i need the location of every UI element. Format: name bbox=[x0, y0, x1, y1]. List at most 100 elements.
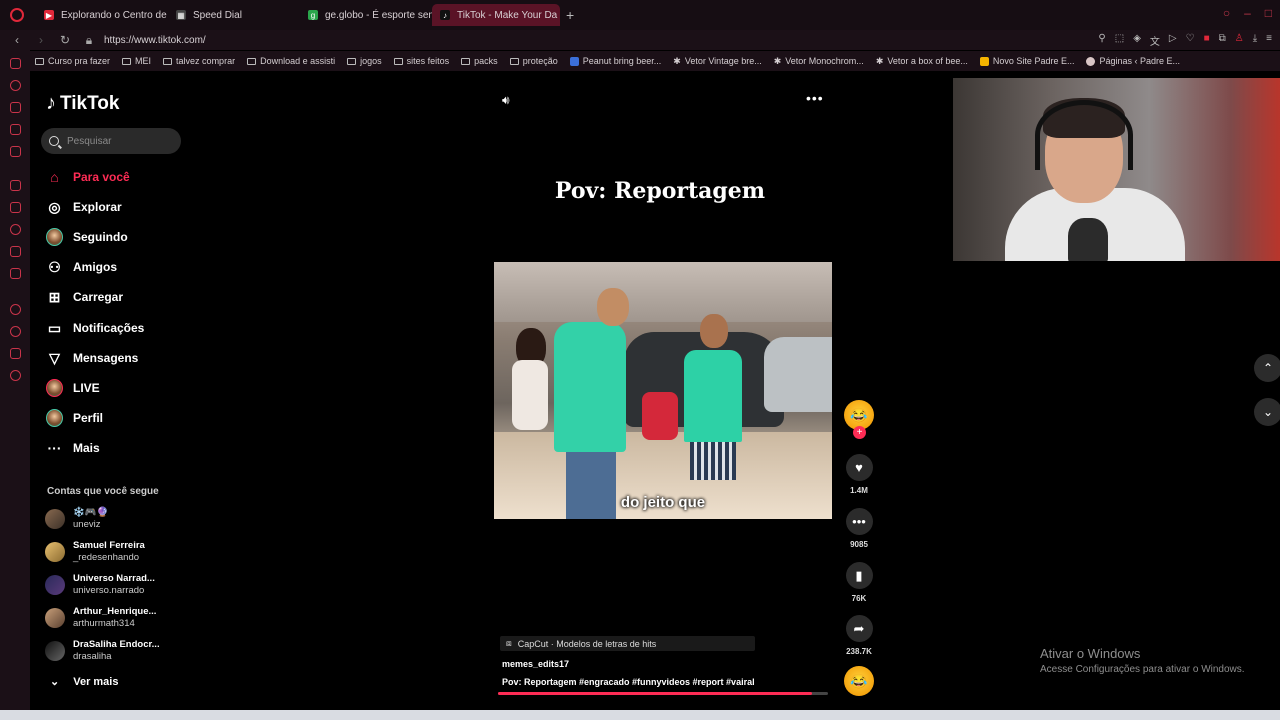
sidebar-item-carregar[interactable]: ⊞ Carregar bbox=[46, 287, 123, 307]
comment-icon[interactable]: ••• bbox=[845, 508, 873, 535]
sidebar-item-live[interactable]: LIVE bbox=[46, 378, 100, 398]
reload-icon[interactable]: ↻ bbox=[58, 33, 72, 47]
avatar bbox=[45, 641, 65, 661]
tab-tiktok[interactable]: ♪ TikTok - Make Your Da bbox=[432, 4, 560, 26]
bookmark-folder[interactable]: jogos bbox=[347, 56, 382, 66]
extensions-icon[interactable]: ⧉ bbox=[1219, 33, 1226, 48]
bookmark-folder[interactable]: talvez comprar bbox=[163, 56, 235, 66]
previous-video-button[interactable]: ⌃ bbox=[1254, 354, 1280, 382]
bookmark-folder[interactable]: Curso pra fazer bbox=[35, 56, 110, 66]
sidebar-item-perfil[interactable]: Perfil bbox=[46, 408, 103, 428]
pinboard-icon[interactable] bbox=[10, 124, 21, 135]
extension-icon[interactable]: ■ bbox=[1204, 33, 1210, 48]
new-tab-icon[interactable]: + bbox=[566, 7, 574, 23]
music-disc[interactable]: 😂 bbox=[843, 666, 875, 696]
extensions-side-icon[interactable] bbox=[10, 348, 21, 359]
download-icon[interactable]: ⤓ bbox=[1253, 33, 1257, 48]
followed-account[interactable]: DraSaliha Endocr... drasaliha bbox=[45, 639, 160, 663]
sidebar-item-label: Seguindo bbox=[73, 230, 128, 244]
tiktok-logo[interactable]: ♪ TikTok bbox=[46, 92, 119, 115]
bookmark-label: Páginas ‹ Padre E... bbox=[1099, 56, 1181, 66]
video-player[interactable]: do jeito que bbox=[494, 262, 832, 519]
opera-logo-icon[interactable] bbox=[10, 8, 24, 22]
bookmark-label: jogos bbox=[360, 56, 382, 66]
heart-icon[interactable]: ♡ bbox=[1186, 33, 1195, 48]
tab-speed-dial[interactable]: ▦ Speed Dial bbox=[168, 4, 300, 26]
snapshot-icon[interactable]: ⬚ bbox=[1115, 33, 1124, 48]
bookmark-label: packs bbox=[474, 56, 498, 66]
bookmark-folder[interactable]: proteção bbox=[509, 56, 558, 66]
folder-icon bbox=[393, 57, 403, 65]
tab-ge-globo[interactable]: g ge.globo - É esporte sem bbox=[300, 4, 432, 26]
followed-account[interactable]: ❄️🎮🔮 uneviz bbox=[45, 507, 109, 531]
bookmark-link[interactable]: Páginas ‹ Padre E... bbox=[1086, 56, 1180, 66]
like-action[interactable]: ♥ 1.4M bbox=[843, 454, 875, 495]
messenger-icon[interactable] bbox=[10, 58, 21, 69]
bookmark-link[interactable]: ✱ Vetor Monochrom... bbox=[774, 56, 864, 67]
forward-icon[interactable]: › bbox=[34, 33, 48, 47]
folder-icon bbox=[35, 57, 44, 65]
clock-icon[interactable] bbox=[10, 326, 21, 337]
back-icon[interactable]: ‹ bbox=[10, 33, 24, 47]
next-video-button[interactable]: ⌄ bbox=[1254, 398, 1280, 426]
tab-explorando[interactable]: ▶ Explorando o Centro de S bbox=[36, 4, 168, 26]
heart-icon[interactable]: ♥ bbox=[845, 454, 873, 481]
see-more-button[interactable]: ⌄ Ver mais bbox=[50, 675, 118, 689]
wallet-icon[interactable]: ♙ bbox=[1235, 33, 1244, 48]
bell-icon: ▭ bbox=[47, 319, 62, 336]
play-icon[interactable]: ▷ bbox=[1169, 33, 1177, 48]
whatsapp-icon[interactable] bbox=[10, 224, 21, 235]
pin-icon[interactable]: ⚲ bbox=[1098, 33, 1105, 48]
sidebar-item-mais[interactable]: ··· Mais bbox=[46, 438, 100, 458]
sidebar-item-mensagens[interactable]: ▽ Mensagens bbox=[46, 348, 138, 368]
search-input[interactable]: Pesquisar bbox=[41, 128, 181, 154]
more-options-icon[interactable]: ••• bbox=[806, 90, 824, 106]
bookmark-icon[interactable]: ▮ bbox=[845, 562, 873, 589]
bookmark-folder[interactable]: MEI bbox=[122, 56, 151, 66]
capcut-icon: ⧈ bbox=[506, 638, 512, 648]
bookmark-folder[interactable]: Download e assisti bbox=[247, 56, 335, 66]
capcut-template-link[interactable]: ⧈ CapCut · Modelos de letras de hits bbox=[500, 636, 755, 651]
laughing-emoji-disc: 😂 bbox=[844, 666, 874, 696]
video-username[interactable]: memes_edits17 bbox=[502, 659, 755, 669]
settings-icon[interactable] bbox=[10, 370, 21, 381]
history-icon[interactable] bbox=[10, 80, 21, 91]
sidebar-item-seguindo[interactable]: Seguindo bbox=[46, 227, 128, 247]
bookmark-folder[interactable]: sites feitos bbox=[393, 56, 449, 66]
video-progress-fill bbox=[498, 692, 812, 695]
search-tabs-icon[interactable]: ○ bbox=[1223, 6, 1230, 20]
volume-icon[interactable]: 🔊︎ bbox=[502, 93, 510, 108]
followed-account[interactable]: Universo Narrad... universo.narrado bbox=[45, 573, 155, 597]
bookmark-link[interactable]: Novo Site Padre E... bbox=[979, 56, 1074, 66]
comment-count: 9085 bbox=[850, 540, 868, 549]
url-field[interactable]: https://www.tiktok.com/ bbox=[104, 35, 206, 46]
aria-icon[interactable] bbox=[10, 102, 21, 113]
shield-icon[interactable]: ◈ bbox=[1133, 33, 1141, 48]
bookmark-link[interactable]: Peanut bring beer... bbox=[569, 56, 661, 66]
maximize-icon[interactable]: □ bbox=[1265, 6, 1272, 20]
bookmark-link[interactable]: ✱ Vetor a box of bee... bbox=[876, 56, 968, 67]
translate-icon[interactable]: 文 bbox=[1150, 33, 1160, 48]
sidebar-item-notificacoes[interactable]: ▭ Notificações bbox=[46, 318, 144, 338]
followed-account[interactable]: Arthur_Henrique... arthurmath314 bbox=[45, 606, 156, 630]
comment-action[interactable]: ••• 9085 bbox=[843, 508, 875, 549]
telegram-icon[interactable] bbox=[10, 246, 21, 257]
share-action[interactable]: ➦ 238.7K bbox=[843, 615, 875, 656]
follow-plus-icon[interactable]: + bbox=[853, 426, 866, 439]
sidebar-item-amigos[interactable]: ⚇ Amigos bbox=[46, 257, 117, 277]
tiktok-note-icon: ♪ bbox=[46, 92, 56, 114]
minimize-icon[interactable]: – bbox=[1244, 6, 1251, 20]
bookmark-folder[interactable]: packs bbox=[461, 56, 498, 66]
friends-icon: ⚇ bbox=[48, 258, 61, 275]
save-action[interactable]: ▮ 76K bbox=[843, 562, 875, 603]
followed-account[interactable]: Samuel Ferreira _redesenhando bbox=[45, 540, 145, 564]
player-icon[interactable] bbox=[10, 146, 21, 157]
chevron-down-icon: ⌄ bbox=[1262, 405, 1274, 419]
music-icon[interactable] bbox=[10, 304, 21, 315]
windows-taskbar bbox=[0, 710, 1280, 720]
menu-icon[interactable]: ≡ bbox=[1266, 33, 1272, 48]
x-icon[interactable] bbox=[10, 268, 21, 279]
share-icon[interactable]: ➦ bbox=[845, 615, 873, 642]
video-progress-bar[interactable] bbox=[498, 692, 828, 695]
bookmark-link[interactable]: ✱ Vetor Vintage bre... bbox=[673, 56, 761, 67]
